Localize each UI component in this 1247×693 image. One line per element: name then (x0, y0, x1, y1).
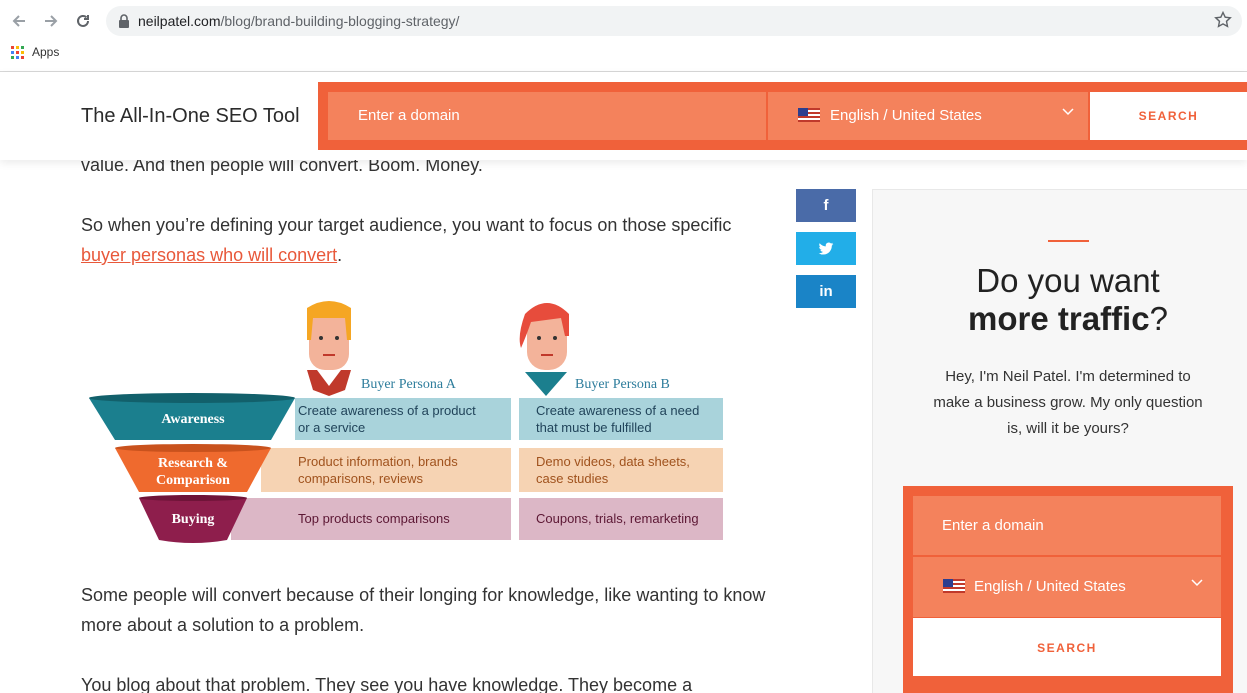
facebook-share-button[interactable]: f (796, 189, 856, 222)
linkedin-share-button[interactable]: in (796, 275, 856, 308)
reload-button[interactable] (72, 10, 94, 32)
apps-label: Apps (32, 45, 60, 59)
buyer-persona-funnel-graphic: Buyer Persona A Buyer Persona B Awarenes… (89, 301, 723, 543)
comparison-label: Comparison (156, 473, 230, 488)
persona-b-icon (519, 303, 569, 396)
sidebar-title: Do you want more traffic? (873, 262, 1247, 338)
article-paragraph: Some people will convert because of thei… (81, 585, 766, 635)
sidebar-title-bold: more traffic (968, 300, 1150, 337)
linkedin-icon: in (819, 283, 833, 300)
url-domain: neilpatel.com (138, 13, 221, 29)
buying-text-a: Top products comparisons (298, 511, 450, 526)
research-text-b2: case studies (536, 471, 609, 486)
persona-b-label: Buyer Persona B (575, 377, 670, 392)
us-flag-icon (798, 108, 820, 122)
paragraph-end: . (337, 245, 343, 265)
awareness-text-b2: that must be fulfilled (536, 420, 652, 435)
back-arrow-icon (12, 15, 25, 27)
url-path: /blog/brand-building-blogging-strategy/ (220, 13, 460, 29)
sidebar-title-line1: Do you want (976, 262, 1160, 299)
forward-arrow-icon (45, 15, 58, 27)
paragraph-text: So when you’re defining your target audi… (81, 215, 732, 235)
traffic-sidebar: Do you want more traffic? Hey, I'm Neil … (872, 189, 1247, 693)
chevron-down-icon (1191, 579, 1203, 587)
research-text-a: Product information, brands (298, 454, 458, 469)
twitter-icon (818, 242, 834, 255)
sidebar-copy: Hey, I'm Neil Patel. I'm determined to m… (933, 368, 1203, 437)
header-language-select[interactable]: English / United States (768, 92, 1088, 140)
awareness-text-a2: or a service (298, 420, 365, 435)
accent-divider (1048, 240, 1089, 242)
header-search-bar: Enter a domain English / United States S… (318, 82, 1247, 150)
awareness-text-b: Create awareness of a need (536, 403, 699, 418)
awareness-label: Awareness (161, 412, 225, 427)
header-domain-input[interactable]: Enter a domain (328, 92, 766, 140)
bookmark-apps[interactable]: Apps (11, 45, 59, 59)
reload-icon (77, 14, 89, 27)
sidebar-domain-input[interactable]: Enter a domain (913, 496, 1221, 555)
browser-chrome: neilpatel.com/blog/brand-building-bloggi… (0, 0, 1247, 72)
research-label: Research & (158, 456, 228, 471)
brand-title[interactable]: The All-In-One SEO Tool (81, 105, 300, 128)
header-search-button[interactable]: SEARCH (1090, 92, 1247, 140)
us-flag-icon (943, 579, 965, 593)
apps-grid-icon (11, 45, 24, 59)
sidebar-search-form: Enter a domain English / United States S… (903, 486, 1233, 693)
facebook-icon: f (823, 197, 829, 214)
sidebar-search-button[interactable]: SEARCH (913, 618, 1221, 676)
chevron-down-icon (1062, 108, 1074, 116)
site-header: The All-In-One SEO Tool Enter a domain E… (0, 72, 1247, 160)
twitter-share-button[interactable] (796, 232, 856, 265)
article-paragraph: So when you’re defining your target audi… (81, 210, 771, 270)
sidebar-language-label: English / United States (974, 578, 1126, 595)
article-paragraph: You blog about that problem. They see yo… (81, 675, 693, 693)
research-text-a2: comparisons, reviews (298, 471, 423, 486)
buyer-personas-link[interactable]: buyer personas who will convert (81, 245, 337, 265)
header-language-label: English / United States (830, 107, 982, 124)
sidebar-language-select[interactable]: English / United States (913, 557, 1221, 617)
buying-label: Buying (172, 512, 215, 527)
bookmark-star-icon[interactable] (1214, 11, 1232, 29)
address-bar[interactable]: neilpatel.com/blog/brand-building-bloggi… (106, 6, 1242, 36)
lock-icon (119, 14, 129, 28)
awareness-text-a: Create awareness of a product (298, 403, 476, 418)
research-text-b: Demo videos, data sheets, (536, 454, 690, 469)
persona-a-icon (307, 301, 351, 396)
sidebar-title-line2: more traffic? (873, 300, 1247, 338)
sidebar-title-end: ? (1149, 300, 1168, 337)
url-text: neilpatel.com/blog/brand-building-bloggi… (138, 13, 459, 29)
buying-text-b: Coupons, trials, remarketing (536, 511, 699, 526)
forward-button[interactable] (40, 10, 62, 32)
persona-a-label: Buyer Persona A (361, 377, 457, 392)
back-button[interactable] (8, 10, 30, 32)
